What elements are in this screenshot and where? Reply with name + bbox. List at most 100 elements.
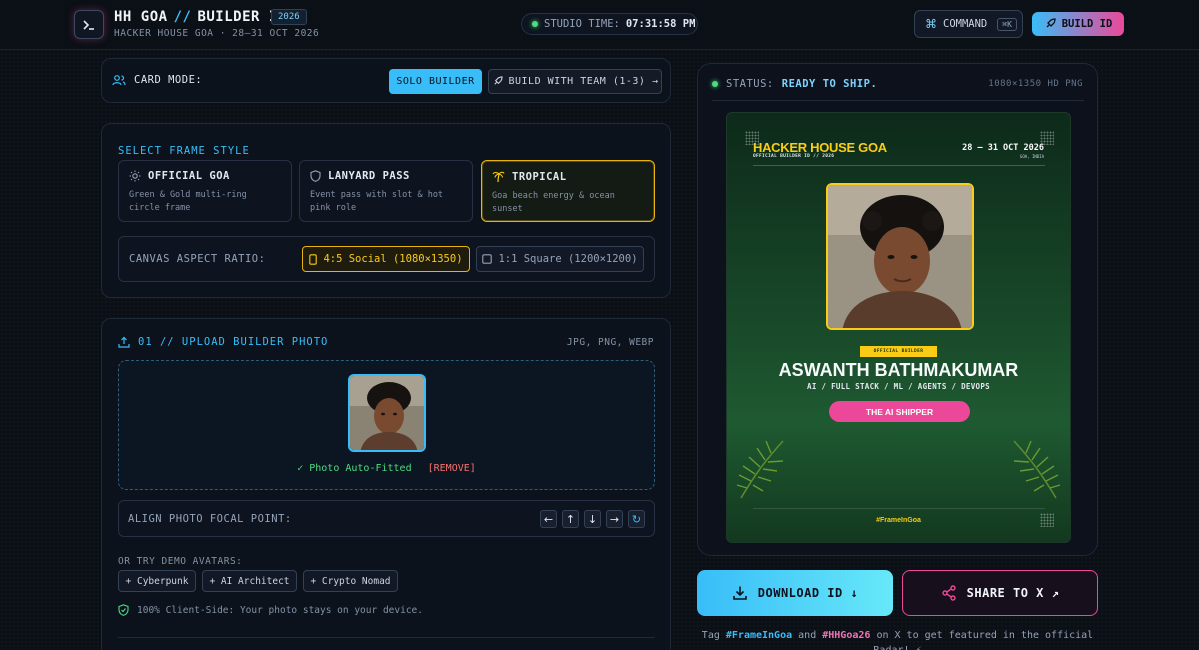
card-bottom-rule [753, 508, 1045, 509]
tag-pre: Tag [701, 630, 720, 641]
official-builder-tag: OFFICIAL BUILDER [860, 346, 937, 357]
card-mode-label: CARD MODE: [134, 74, 203, 86]
photo-fitted-status: ✓ Photo Auto-Fitted [REMOVE] [119, 463, 654, 474]
aspect-ratio-label: CANVAS ASPECT RATIO: [129, 253, 266, 265]
studio-time-label: STUDIO TIME: [544, 18, 620, 30]
frame-option-tropical[interactable]: TROPICAL Goa beach energy & ocean sunset [481, 160, 655, 222]
download-id-label: DOWNLOAD ID ↓ [757, 586, 859, 600]
title-left: HH GOA [114, 9, 168, 25]
focal-up-button[interactable]: ↑ [562, 510, 579, 528]
palm-tree-icon [492, 171, 505, 183]
preview-divider [712, 100, 1084, 101]
build-id-label: BUILD ID [1061, 18, 1113, 30]
frame-option-name: TROPICAL [512, 170, 567, 183]
frame-option-name: LANYARD PASS [328, 170, 410, 182]
palm-leaf-right-icon [1013, 440, 1061, 499]
frame-option-desc: Event pass with slot & hot pink role [310, 190, 444, 213]
upload-divider [118, 637, 655, 638]
status-value: READY TO SHIP. [781, 78, 878, 90]
share-to-x-button[interactable]: SHARE TO X ↗ [902, 570, 1098, 616]
top-header: HH GOA // BUILDER ID 2026 HACKER HOUSE G… [0, 0, 1199, 50]
card-brand: HACKER HOUSE GOA [753, 140, 887, 155]
photo-dropzone[interactable]: ✓ Photo Auto-Fitted [REMOVE] [118, 360, 655, 490]
card-builder-role: AI / FULL STACK / ML / AGENTS / DEVOPS [807, 382, 990, 391]
card-hashtag: #FrameInGoa [876, 517, 921, 524]
hashtag-frameingoa: #FrameInGoa [725, 630, 793, 641]
command-label: COMMAND [943, 18, 988, 30]
status-indicator: STATUS: READY TO SHIP. [712, 78, 877, 90]
card-builder-name: ASWANTH BATHMAKUMAR [778, 360, 1019, 380]
builder-id-card: HACKER HOUSE GOA OFFICIAL BUILDER ID // … [726, 112, 1071, 543]
aspect-1-1-label: 1:1 Square (1200×1200) [498, 253, 638, 265]
tag-post: on X to get featured in the official Rad… [873, 630, 1094, 650]
card-location: GOA, INDIA [1019, 154, 1044, 159]
upload-title-group: 01 // UPLOAD BUILDER PHOTO [118, 336, 328, 348]
app-title: HH GOA // BUILDER ID [114, 9, 287, 25]
focal-point-label: ALIGN PHOTO FOCAL POINT: [128, 513, 292, 525]
aspect-4-5-label: 4:5 Social (1080×1350) [323, 253, 463, 265]
frame-style-title: SELECT FRAME STYLE [118, 145, 250, 157]
card-photo [826, 183, 974, 330]
square-icon [482, 254, 493, 264]
command-icon: ⌘ [925, 17, 937, 31]
focal-reset-button[interactable]: ↻ [628, 510, 645, 528]
studio-time-value: 07:31:58 PM [625, 18, 696, 30]
terminal-logo-icon[interactable] [74, 10, 104, 39]
share-to-x-label: SHARE TO X ↗ [966, 586, 1060, 600]
upload-title: 01 // UPLOAD BUILDER PHOTO [138, 336, 329, 348]
build-with-team-button[interactable]: BUILD WITH TEAM (1-3) → [488, 69, 662, 94]
hashtag-hhgoa26: #HHGoa26 [822, 630, 871, 641]
client-side-text: 100% Client-Side: Your photo stays on yo… [137, 604, 423, 616]
tag-instructions: Tag #FrameInGoa and #HHGoa26 on X to get… [700, 628, 1095, 650]
focal-right-button[interactable]: → [606, 510, 623, 528]
demo-cyberpunk-button[interactable]: + Cyberpunk [118, 570, 196, 592]
status-label: STATUS: [726, 78, 774, 90]
phone-icon [309, 253, 318, 265]
output-resolution: 1080×1350 HD PNG [988, 79, 1083, 89]
palm-leaf-left-icon [736, 440, 784, 499]
aspect-ratio-row: CANVAS ASPECT RATIO: 4:5 Social (1080×13… [118, 236, 655, 282]
builder-photo-thumb [350, 376, 424, 450]
photo-fitted-text: ✓ Photo Auto-Fitted [297, 463, 412, 474]
app-subtitle: HACKER HOUSE GOA · 28–31 OCT 2026 [114, 28, 320, 39]
focal-down-button[interactable]: ↓ [584, 510, 601, 528]
aspect-1-1-button[interactable]: 1:1 Square (1200×1200) [476, 246, 644, 272]
frame-option-official-goa[interactable]: OFFICIAL GOA Green & Gold multi-ring cir… [118, 160, 292, 222]
builder-photo [828, 185, 972, 328]
frame-option-lanyard-pass[interactable]: LANYARD PASS Event pass with slot & hot … [299, 160, 473, 222]
card-brand-sub: OFFICIAL BUILDER ID // 2026 [753, 154, 835, 159]
frame-style-panel: SELECT FRAME STYLE OFFICIAL GOA Green & … [101, 123, 671, 298]
remove-photo-link[interactable]: [REMOVE] [428, 463, 476, 474]
upload-panel: 01 // UPLOAD BUILDER PHOTO JPG, PNG, WEB… [101, 318, 671, 650]
focal-left-button[interactable]: ← [540, 510, 557, 528]
command-shortcut: ⌘K [997, 17, 1017, 31]
download-icon [732, 586, 747, 600]
focal-point-row: ALIGN PHOTO FOCAL POINT: ← ↑ ↓ → ↻ [118, 500, 655, 537]
build-id-button[interactable]: BUILD ID [1032, 12, 1124, 36]
status-dot-icon [712, 81, 718, 87]
card-date: 28 — 31 OCT 2026 [962, 143, 1044, 153]
download-id-button[interactable]: DOWNLOAD ID ↓ [697, 570, 893, 616]
upload-formats: JPG, PNG, WEBP [566, 337, 654, 348]
frame-option-desc: Green & Gold multi-ring circle frame [129, 190, 247, 213]
card-mode-panel: CARD MODE: SOLO BUILDER BUILD WITH TEAM … [101, 58, 671, 103]
frame-option-desc: Goa beach energy & ocean sunset [492, 191, 615, 214]
year-badge: 2026 [271, 9, 307, 25]
sun-icon [129, 170, 141, 182]
users-icon [112, 75, 126, 86]
rocket-icon [1046, 18, 1056, 28]
focal-arrow-group: ← ↑ ↓ → ↻ [540, 510, 645, 528]
upload-icon [118, 336, 130, 348]
live-dot-icon [532, 21, 538, 27]
command-button[interactable]: ⌘ COMMAND ⌘K [914, 10, 1023, 38]
solo-builder-button[interactable]: SOLO BUILDER [389, 69, 482, 94]
frame-option-name: OFFICIAL GOA [148, 170, 230, 182]
share-icon [941, 585, 956, 601]
demo-ai-architect-button[interactable]: + AI Architect [202, 570, 297, 592]
demo-avatars-label: OR TRY DEMO AVATARS: [118, 556, 243, 567]
aspect-4-5-button[interactable]: 4:5 Social (1080×1350) [302, 246, 470, 272]
card-role-pill: THE AI SHIPPER [829, 401, 970, 422]
card-rule [753, 165, 1045, 166]
card-mode-label-group: CARD MODE: [112, 74, 202, 86]
demo-crypto-nomad-button[interactable]: + Crypto Nomad [303, 570, 398, 592]
